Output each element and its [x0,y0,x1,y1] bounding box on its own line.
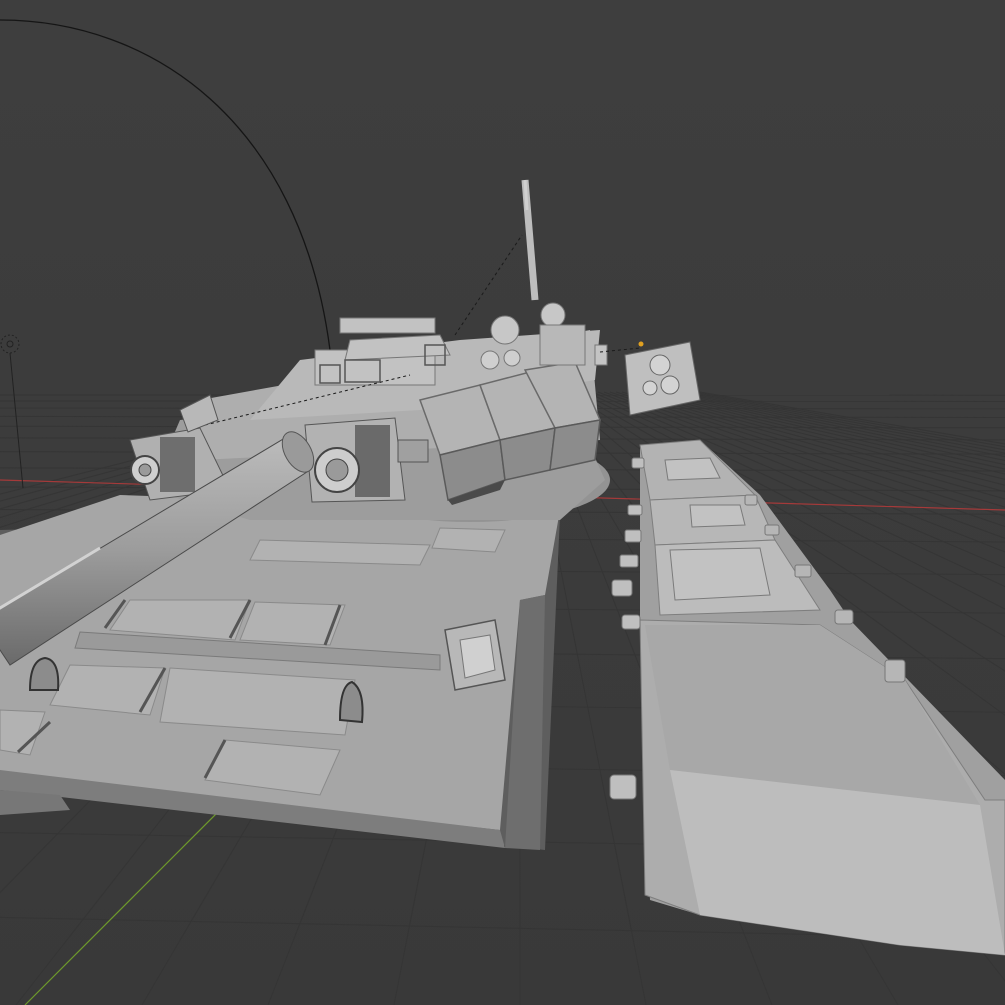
origin-point-icon [638,341,644,347]
headlight [444,619,506,691]
viewport-canvas[interactable] [0,0,1005,1005]
3d-viewport[interactable] [0,0,1005,1005]
